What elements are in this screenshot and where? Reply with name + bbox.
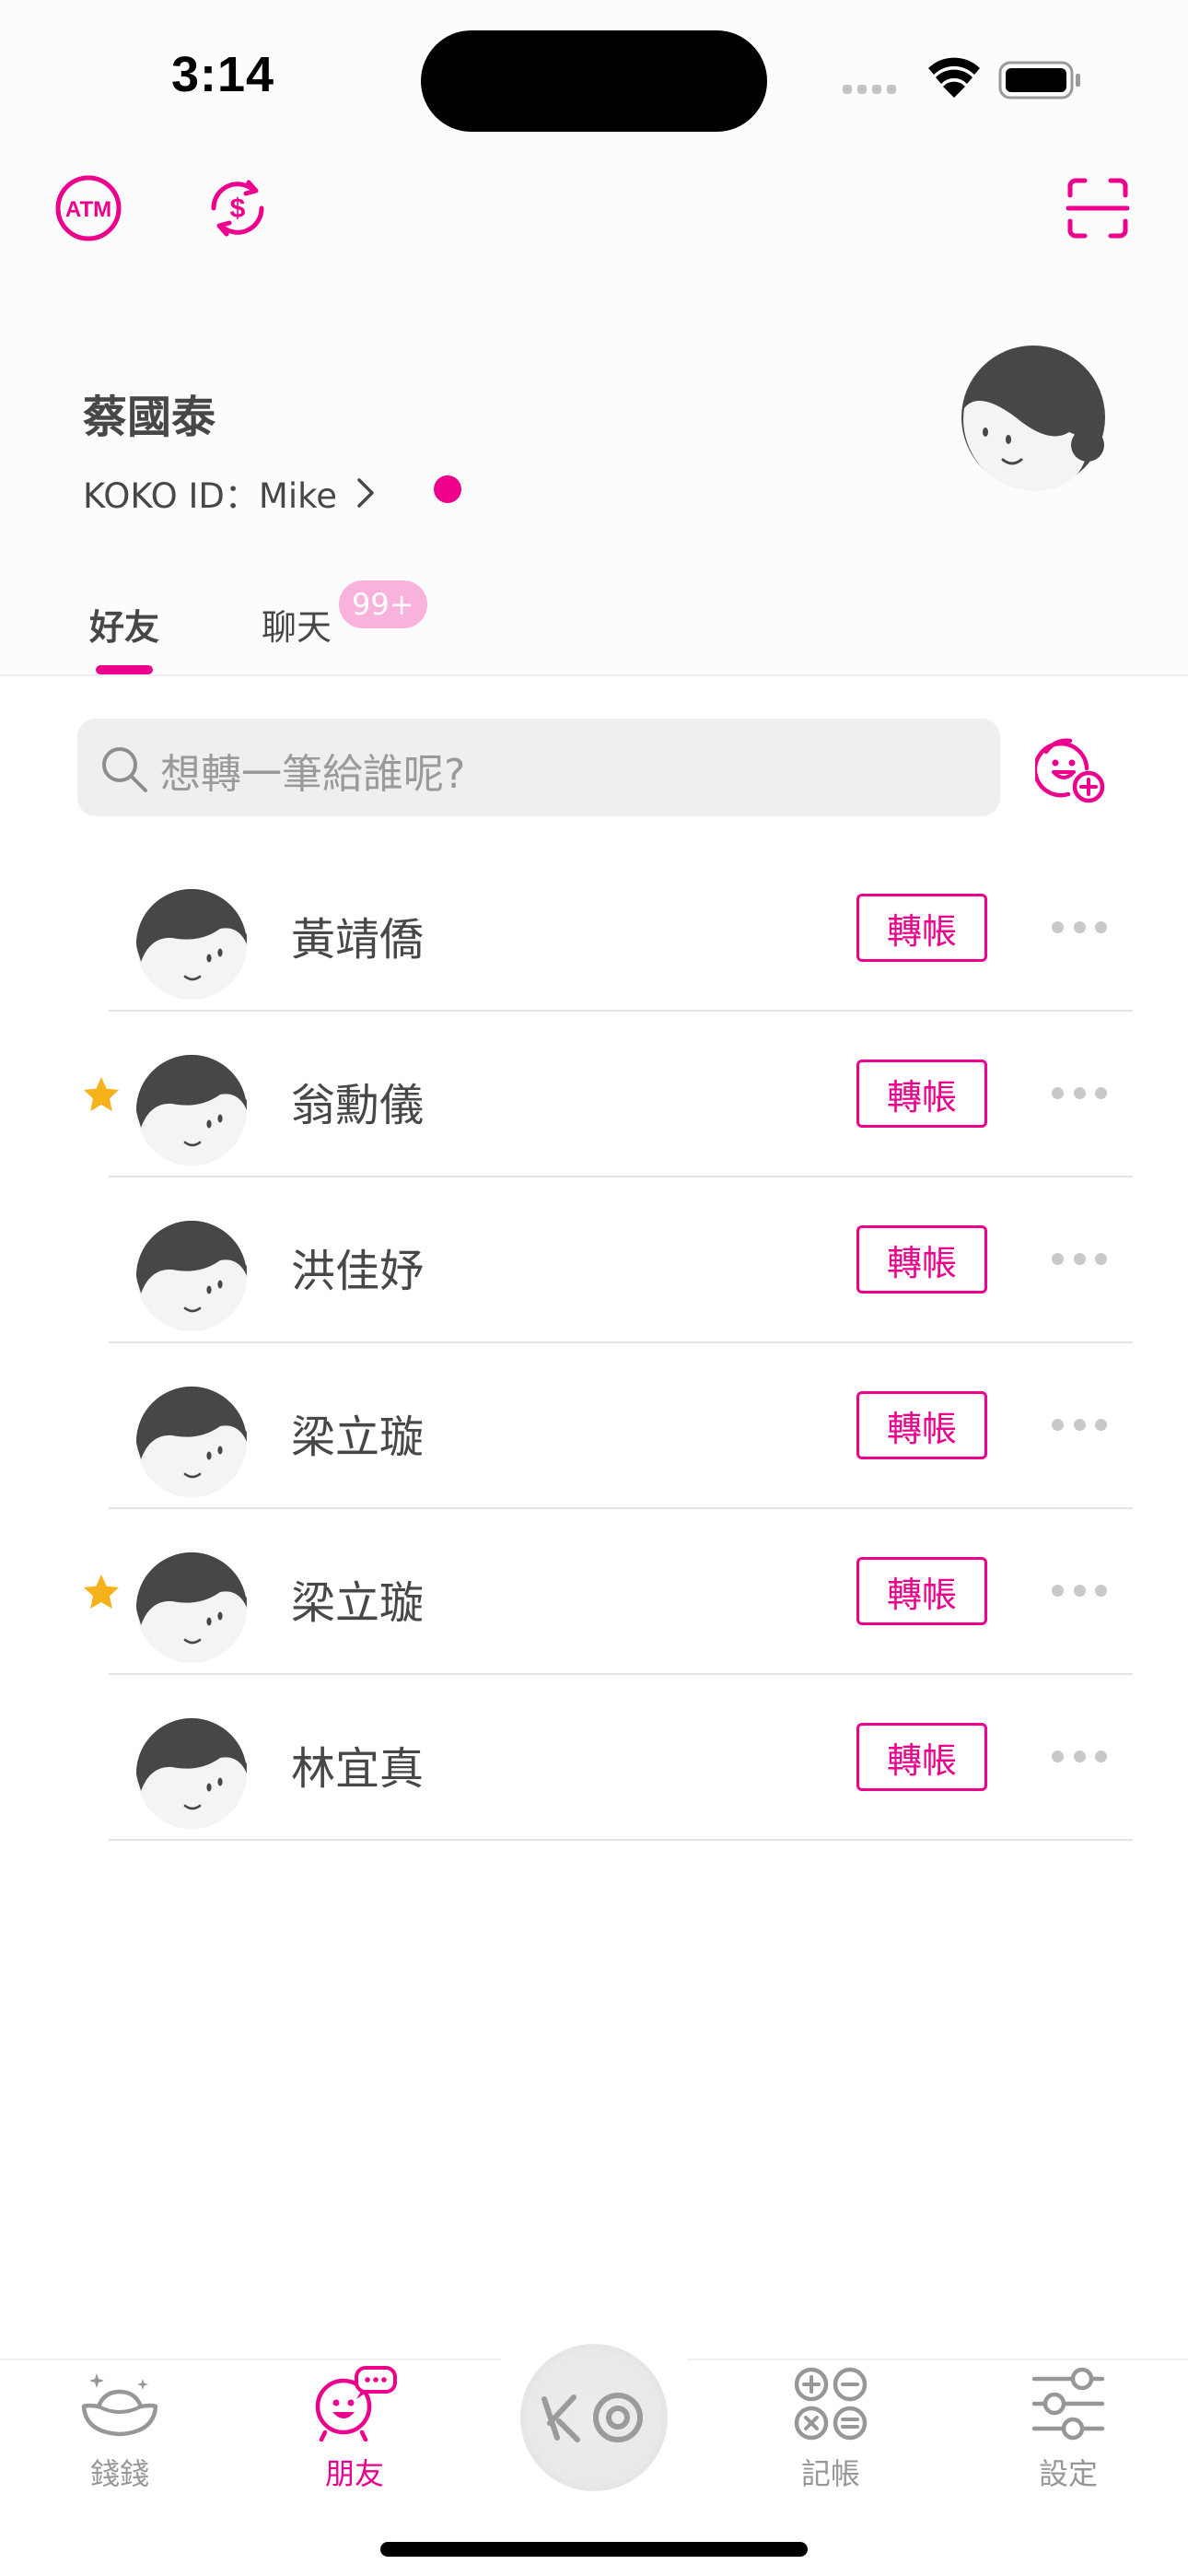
tab-friends[interactable]: 好友 [89,599,159,650]
svg-text:$: $ [230,193,246,224]
add-friend-icon[interactable] [1035,733,1107,805]
friend-avatar[interactable] [135,1551,248,1668]
nav-bookkeeping[interactable]: 記帳 [766,2364,895,2493]
koko-id-text: KOKO ID：Mike [83,476,337,516]
friend-name: 翁勳儀 [291,1080,425,1131]
friend-row[interactable]: 翁勳儀 轉帳 [0,1012,1188,1177]
nav-friends[interactable]: 朋友 [290,2364,419,2493]
transfer-button[interactable]: 轉帳 [856,1557,987,1625]
friend-name: 梁立璇 [291,1411,425,1463]
transfer-button[interactable]: 轉帳 [856,894,987,962]
more-options-icon[interactable] [1052,1253,1107,1268]
nav-money[interactable]: 錢錢 [55,2364,184,2493]
friend-avatar[interactable] [135,1717,248,1833]
currency-exchange-icon[interactable]: $ [201,171,274,245]
search-icon [102,747,147,792]
friend-name: 林宜真 [291,1743,425,1795]
search-input[interactable]: 想轉一筆給誰呢? [160,741,465,800]
search-bar[interactable]: 想轉一筆給誰呢? [77,719,1000,816]
star-icon [81,1074,122,1118]
friend-name: 梁立璇 [291,1577,425,1629]
friend-name: 洪佳妤 [291,1246,425,1297]
friend-avatar[interactable] [135,1054,248,1170]
tab-chat[interactable]: 聊天 [262,599,332,650]
chevron-right-icon [357,478,374,508]
wifi-icon [928,57,980,98]
star-icon [81,1572,122,1616]
money-ingot-icon [81,2373,158,2437]
nav-settings-label: 設定 [1038,2456,1098,2491]
nav-money-label: 錢錢 [89,2456,149,2491]
atm-icon[interactable]: ATM [53,173,123,243]
row-divider [109,1839,1133,1841]
calculator-icon [794,2367,868,2441]
status-icons [843,57,1080,100]
more-options-icon[interactable] [1052,1087,1107,1102]
friend-row[interactable]: 梁立璇 轉帳 [0,1343,1188,1509]
signal-icon [843,85,896,94]
battery-icon [998,61,1080,100]
ko-center-button[interactable] [474,2331,714,2515]
profile-avatar[interactable] [961,344,1106,493]
friend-row[interactable]: 梁立璇 轉帳 [0,1509,1188,1675]
nav-settings[interactable]: 設定 [1004,2364,1133,2493]
dynamic-island [421,30,767,132]
friend-avatar[interactable] [135,1386,248,1502]
chat-unread-badge: 99+ [339,580,427,628]
transfer-button[interactable]: 轉帳 [856,1060,987,1128]
friend-avatar[interactable] [135,1220,248,1336]
tab-active-indicator [96,665,153,674]
friend-name: 黃靖僑 [291,914,425,966]
transfer-button[interactable]: 轉帳 [856,1225,987,1294]
more-options-icon[interactable] [1052,1585,1107,1599]
more-options-icon[interactable] [1052,1751,1107,1765]
notification-dot [434,475,461,503]
friend-row[interactable]: 黃靖僑 轉帳 [0,846,1188,1012]
nav-friends-label: 朋友 [324,2456,384,2491]
koko-id-link[interactable]: KOKO ID：Mike [83,468,378,518]
more-options-icon[interactable] [1052,1419,1107,1434]
sliders-icon [1031,2367,1105,2441]
friend-row[interactable]: 林宜真 轉帳 [0,1675,1188,1841]
status-time: 3:14 [171,47,275,102]
transfer-button[interactable]: 轉帳 [856,1391,987,1459]
friend-row[interactable]: 洪佳妤 轉帳 [0,1177,1188,1343]
more-options-icon[interactable] [1052,921,1107,936]
friend-avatar[interactable] [135,888,248,1004]
home-indicator [380,2542,808,2557]
friends-chat-icon [315,2366,397,2442]
scan-icon[interactable] [1065,175,1131,241]
profile-name: 蔡國泰 [83,392,216,443]
transfer-button[interactable]: 轉帳 [856,1723,987,1791]
svg-text:ATM: ATM [65,197,111,222]
nav-bookkeeping-label: 記帳 [800,2456,860,2491]
